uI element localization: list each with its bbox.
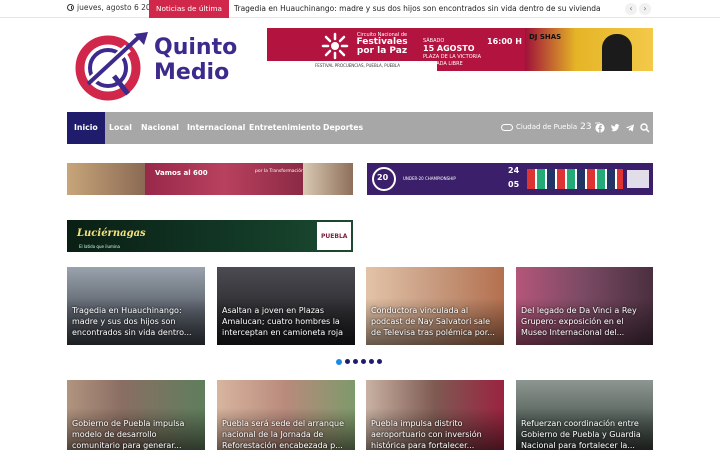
header-ad-banner[interactable]: Circuito Nacional de Festivales por la P… (267, 28, 653, 71)
puebla-logo-text: PUEBLA (321, 233, 348, 240)
festival-time: 16:00 H (487, 37, 522, 46)
news-card-4[interactable]: Refuerzan coordinación entre Gobierno de… (516, 380, 653, 450)
breaking-news-label: Noticias de última hora (149, 0, 229, 31)
festival-emblem-icon (321, 32, 349, 60)
slider-card-4[interactable]: Del legado de Da Vinci a Rey Grupero: ex… (516, 267, 653, 345)
slider-card-1[interactable]: Tragedia en Huauchinango: madre y sus do… (67, 267, 205, 345)
card-title[interactable]: Del legado de Da Vinci a Rey Grupero: ex… (521, 305, 648, 338)
logo-mark-icon (75, 32, 148, 101)
nav-item-internacional[interactable]: Internacional (187, 112, 245, 144)
facebook-icon[interactable] (595, 123, 605, 133)
slider-dot[interactable] (336, 358, 342, 365)
luciernagas-sub: El latido que ilumina (79, 244, 120, 249)
chevron-left-icon[interactable]: ‹ (625, 3, 637, 15)
ad-photo-right (303, 163, 353, 195)
date-text: jueves, agosto 6 2026 (77, 3, 161, 12)
top-bar: jueves, agosto 6 2026 Noticias de última… (0, 0, 720, 31)
nav-item-entretenimiento[interactable]: Entretenimiento (249, 112, 321, 144)
card-title[interactable]: Conductora vinculada al podcast de Nay S… (371, 305, 499, 338)
weather-widget: Ciudad de Puebla 23 ℃ (501, 122, 600, 132)
twitter-icon[interactable] (610, 123, 620, 133)
ad-banner-luciernagas[interactable]: Luciérnagas El latido que ilumina PUEBLA (67, 220, 353, 252)
ad-banner-u20[interactable]: 20 UNDER-20 CHAMPIONSHIP 24 05 (367, 163, 653, 195)
main-nav: Inicio Local Nacional Internacional Entr… (67, 112, 653, 144)
weather-city: Ciudad de Puebla (516, 123, 578, 131)
card-title[interactable]: Puebla será sede del arranque nacional d… (222, 418, 350, 450)
chevron-right-icon[interactable]: › (639, 3, 651, 15)
news-card-2[interactable]: Puebla será sede del arranque nacional d… (217, 380, 355, 450)
site-logo[interactable]: Quinto Medio (68, 30, 254, 102)
u20-date-top: 24 (508, 166, 520, 175)
card-title[interactable]: Puebla impulsa distrito aeroportuario co… (371, 418, 499, 450)
logo-line-1: Quinto (154, 35, 238, 60)
nav-item-inicio[interactable]: Inicio (67, 112, 105, 144)
luciernagas-title: Luciérnagas (77, 228, 146, 239)
card-title[interactable]: Refuerzan coordinación entre Gobierno de… (521, 418, 648, 450)
slider-dot[interactable] (361, 359, 366, 364)
slider-dot[interactable] (377, 359, 382, 364)
search-icon[interactable] (640, 123, 650, 133)
nav-item-local[interactable]: Local (109, 112, 132, 144)
slider-card-3[interactable]: Conductora vinculada al podcast de Nay S… (366, 267, 504, 345)
slider-pagination (336, 358, 382, 365)
date-display: jueves, agosto 6 2026 (67, 3, 160, 12)
card-title[interactable]: Asaltan a joven en Plazas Amalucan; cuat… (222, 305, 350, 338)
u20-sub: UNDER-20 CHAMPIONSHIP (403, 176, 456, 181)
artist-silhouette (602, 34, 632, 71)
u20-date-bottom: 05 (508, 180, 520, 189)
news-card-1[interactable]: Gobierno de Puebla impulsa modelo de des… (67, 380, 205, 450)
slider-dot[interactable] (353, 359, 358, 364)
u20-number: 20 (377, 173, 389, 182)
artist-name: DJ SHAS (529, 33, 562, 41)
festival-strip: FESTIVAL PROCUENCIAS, PUEBLA, PUEBLA (267, 61, 437, 71)
nav-item-deportes[interactable]: Deportes (323, 112, 363, 144)
festival-date-main: 15 AGOSTO (423, 44, 475, 53)
card-title[interactable]: Tragedia en Huauchinango: madre y sus do… (72, 305, 200, 338)
flags-strip (527, 169, 623, 189)
news-card-3[interactable]: Puebla impulsa distrito aeroportuario co… (366, 380, 504, 450)
slider-dot[interactable] (345, 359, 350, 364)
telegram-icon[interactable] (625, 123, 635, 133)
festival-title-big: Festivales por la Paz (356, 37, 408, 56)
gobierno-logo (627, 170, 649, 188)
clock-icon (67, 4, 74, 11)
nav-item-nacional[interactable]: Nacional (141, 112, 179, 144)
festival-venue: PLAZA DE LA VICTORIA (423, 54, 482, 60)
slider-card-2[interactable]: Asaltan a joven en Plazas Amalucan; cuat… (217, 267, 355, 345)
card-title[interactable]: Gobierno de Puebla impulsa modelo de des… (72, 418, 200, 450)
breaking-news-headline[interactable]: Tragedia en Huauchinango: madre y sus do… (234, 4, 601, 13)
logo-line-2: Medio (154, 60, 230, 85)
slider-dot[interactable] (369, 359, 374, 364)
ad-photo-left (67, 163, 145, 195)
cloud-icon (501, 123, 513, 131)
logo-wordmark: Quinto Medio (154, 35, 237, 85)
ad-600-text: Vamos al 600 (155, 169, 208, 177)
weather-temp: 23 (580, 122, 592, 132)
festival-title: Circuito Nacional de Festivales por la P… (351, 32, 413, 56)
ad-banner-600[interactable]: Vamos al 600 por la Transformación de Gr… (67, 163, 353, 195)
